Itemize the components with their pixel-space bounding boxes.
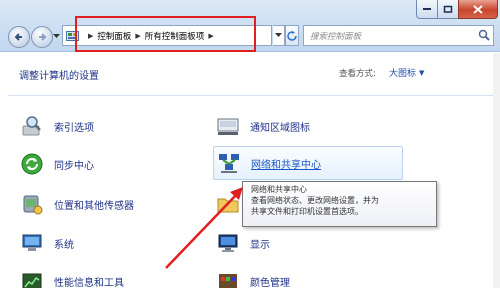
close-button[interactable] — [458, 0, 498, 19]
view-by-value: 大图标 — [389, 69, 417, 79]
item-sync-center[interactable]: 同步中心 — [20, 152, 94, 176]
close-icon — [473, 4, 483, 14]
refresh-button[interactable] — [285, 25, 299, 46]
item-label: 颜色管理 — [250, 277, 290, 288]
item-label: 显示 — [250, 239, 270, 251]
folder-icon — [216, 192, 240, 216]
address-dropdown-button[interactable] — [273, 25, 285, 46]
tooltip: 网络和共享中心 查看网络状态、更改网络设置，并为 共享文件和打印机设置首选项。 — [242, 181, 437, 227]
control-panel-window: ▶ 控制面板 ▶ 所有控制面板项 ▶ 搜索控制面板 调整计算机的设置 查看方式:… — [0, 0, 500, 288]
back-arrow-icon — [14, 33, 22, 41]
item-label: 网络和共享中心 — [251, 159, 321, 171]
search-icon[interactable] — [478, 29, 490, 41]
item-system[interactable]: 系统 — [20, 231, 74, 255]
recent-pages-chevron-icon[interactable] — [53, 34, 60, 39]
item-label: 位置和其他传感器 — [54, 200, 134, 212]
page-title: 调整计算机的设置 — [19, 71, 99, 82]
search-input[interactable]: 搜索控制面板 — [303, 25, 494, 46]
network-sharing-icon — [217, 151, 241, 175]
tooltip-line: 查看网络状态、更改网络设置，并为 — [251, 196, 379, 205]
forward-button[interactable] — [31, 26, 53, 48]
item-performance-tools[interactable]: 性能信息和工具 — [20, 269, 124, 288]
view-by-dropdown[interactable]: 大图标 ▼ — [389, 66, 425, 80]
item-label: 系统 — [54, 239, 74, 251]
color-management-icon — [216, 269, 240, 288]
item-label: 通知区域图标 — [250, 122, 310, 134]
divider — [8, 95, 493, 96]
highlight-box-address — [75, 16, 256, 52]
computer-system-icon — [20, 231, 44, 255]
view-by-label: 查看方式: — [339, 69, 376, 79]
magnifier-indexing-icon — [20, 114, 44, 138]
refresh-icon — [287, 30, 297, 41]
item-color-management[interactable]: 颜色管理 — [216, 269, 290, 288]
forward-arrow-icon — [39, 33, 47, 41]
content-pane: 调整计算机的设置 查看方式: 大图标 ▼ 索引选项 同步中心 位置和其他传感器 — [0, 53, 500, 288]
search-placeholder: 搜索控制面板 — [310, 31, 362, 42]
tooltip-line: 共享文件和打印机设置首选项。 — [251, 207, 363, 216]
minimize-icon — [423, 8, 431, 10]
maximize-icon — [443, 5, 453, 13]
notification-area-icon — [216, 114, 240, 138]
item-display[interactable]: 显示 — [216, 231, 270, 255]
display-monitor-icon — [216, 231, 240, 255]
vertical-scrollbar[interactable] — [493, 53, 500, 288]
item-notification-icons[interactable]: 通知区域图标 — [216, 114, 310, 138]
back-button[interactable] — [8, 26, 30, 48]
sync-center-icon — [20, 152, 44, 176]
tooltip-title: 网络和共享中心 — [251, 185, 307, 194]
item-label: 索引选项 — [54, 122, 94, 134]
item-label: 同步中心 — [54, 160, 94, 172]
chevron-down-icon: ▼ — [419, 68, 425, 77]
performance-icon — [20, 269, 44, 288]
item-location-sensors[interactable]: 位置和其他传感器 — [20, 192, 134, 216]
item-indexing-options[interactable]: 索引选项 — [20, 114, 94, 138]
chevron-down-icon — [275, 33, 282, 37]
sensors-icon — [20, 192, 44, 216]
item-network-sharing-center[interactable]: 网络和共享中心 — [213, 146, 403, 180]
item-label: 性能信息和工具 — [54, 277, 124, 288]
maximize-button[interactable] — [437, 0, 459, 19]
minimize-button[interactable] — [416, 0, 438, 19]
